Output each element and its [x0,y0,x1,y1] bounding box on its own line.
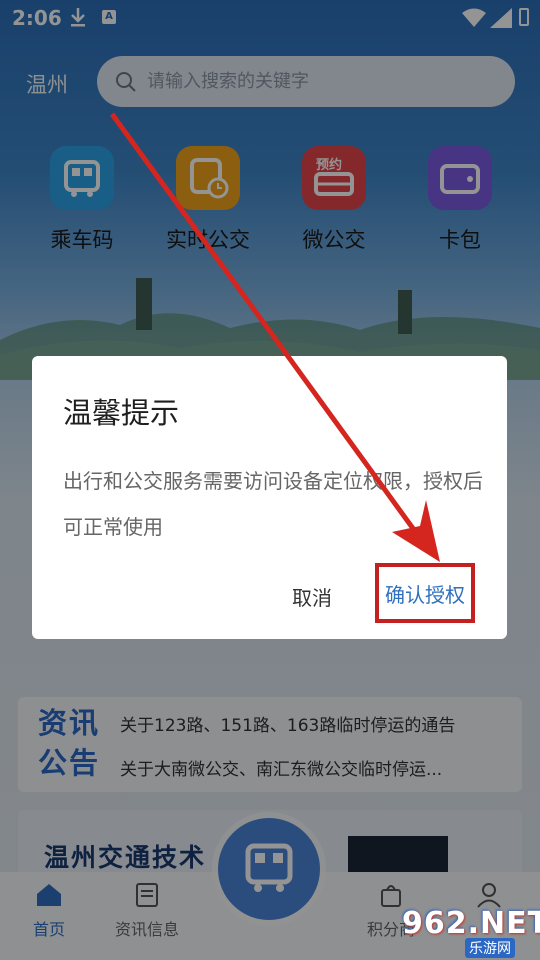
dialog-message: 出行和公交服务需要访问设备定位权限，授权后可正常使用 [63,469,483,539]
confirm-authorize-button[interactable]: 确认授权 [375,563,475,623]
watermark-logo: 962.NET [402,906,540,941]
permission-dialog: 温馨提示 出行和公交服务需要访问设备定位权限，授权后可正常使用 取消 确认授权 [32,356,507,639]
cancel-button[interactable]: 取消 [280,578,344,618]
watermark-subtitle: 乐游网 [465,938,515,958]
dialog-title: 温馨提示 [63,396,180,430]
